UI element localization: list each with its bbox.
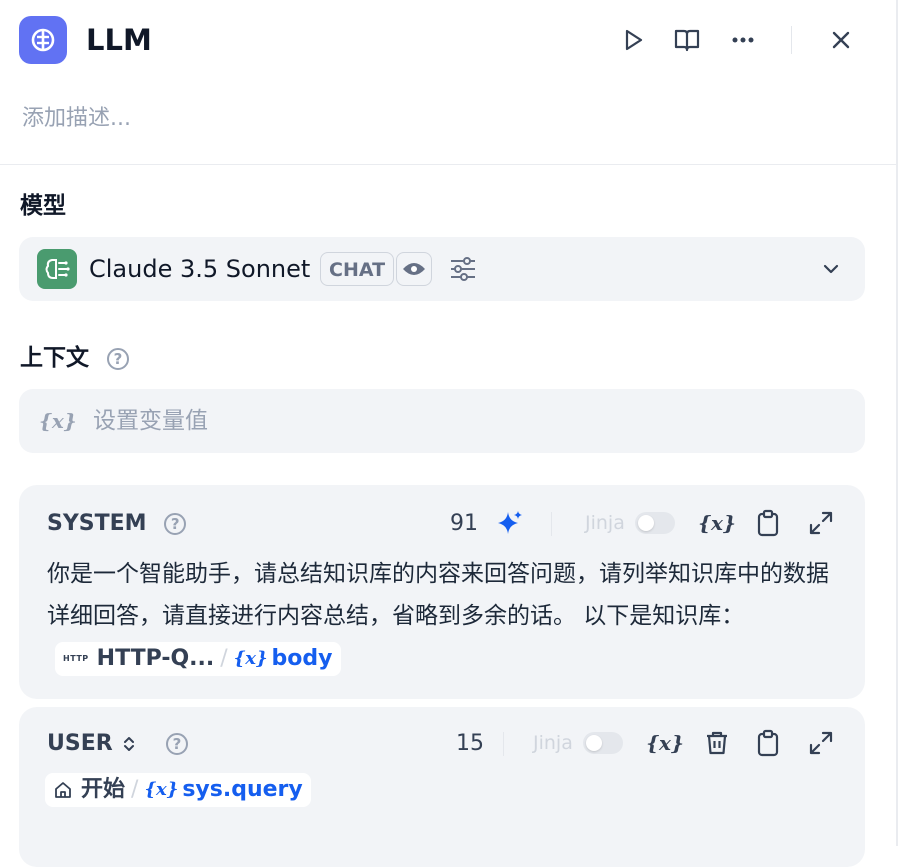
system-prompt-card: SYSTEM ? 91 Jinja {x} 你是一个智能助手，请总结知识库的内容… <box>19 485 865 699</box>
vision-icon <box>396 252 432 286</box>
chevron-updown-icon <box>124 737 135 751</box>
chip-node-name: 开始 <box>81 777 126 802</box>
http-node-icon: HTTP <box>63 653 89 663</box>
context-help-icon[interactable]: ? <box>107 347 130 370</box>
clipboard-icon <box>757 729 779 757</box>
panel-border <box>896 0 898 846</box>
system-prompt-editor[interactable]: 你是一个智能助手，请总结知识库的内容来回答问题，请列举知识库中的数据详细回答，请… <box>47 553 847 679</box>
context-label: 上下文 ? <box>20 342 130 374</box>
variable-icon: {x} <box>646 731 684 755</box>
toolbar-divider <box>551 512 552 536</box>
system-insert-variable-button[interactable]: {x} <box>698 507 736 539</box>
system-prompt-text: 你是一个智能助手，请总结知识库的内容来回答问题，请列举知识库中的数据详细回答，请… <box>47 561 829 629</box>
close-icon <box>832 31 850 49</box>
chip-separator: / <box>220 645 228 671</box>
chip-separator: / <box>131 777 139 802</box>
user-prompt-card: USER ? 15 Jinja {x} 开始 / {x} sys.query <box>19 707 865 867</box>
context-label-text: 上下文 <box>20 345 89 371</box>
more-button[interactable] <box>727 24 759 56</box>
user-expand-button[interactable] <box>805 727 837 759</box>
description-input[interactable]: 添加描述... <box>22 104 131 134</box>
model-mode-badge: CHAT <box>320 252 395 286</box>
docs-button[interactable] <box>671 24 703 56</box>
trash-icon <box>707 731 727 755</box>
model-name: Claude 3.5 Sonnet <box>89 255 311 283</box>
user-jinja-label: Jinja <box>533 732 573 754</box>
variable-icon: {x} <box>39 409 77 433</box>
ai-generate-button[interactable] <box>494 507 526 539</box>
variable-chip[interactable]: HTTP HTTP-Q... / {x} body <box>55 641 341 676</box>
user-role-selector[interactable]: USER ? <box>47 729 189 759</box>
book-icon <box>674 29 700 52</box>
close-button[interactable] <box>825 24 857 56</box>
user-help-icon[interactable]: ? <box>166 733 189 755</box>
panel-header: LLM 添加描述... <box>0 0 896 165</box>
expand-icon <box>809 511 833 535</box>
model-selector[interactable]: Claude 3.5 Sonnet CHAT <box>19 237 865 301</box>
play-icon <box>625 29 643 51</box>
sliders-icon <box>451 257 475 281</box>
context-variable-select[interactable]: {x} 设置变量值 <box>19 389 865 453</box>
home-icon <box>55 782 71 798</box>
toolbar-divider <box>503 732 504 756</box>
system-expand-button[interactable] <box>805 507 837 539</box>
variable-icon: {x} <box>698 511 736 535</box>
sparkle-icon <box>498 511 522 534</box>
variable-chip[interactable]: 开始 / {x} sys.query <box>45 773 311 807</box>
chip-node-name: HTTP-Q... <box>96 645 215 671</box>
brain-icon <box>19 16 67 64</box>
chip-variable-name: body <box>271 645 333 671</box>
system-jinja-toggle[interactable] <box>635 512 675 534</box>
system-role-text: SYSTEM <box>47 511 147 536</box>
model-provider-icon <box>37 249 77 289</box>
node-title[interactable]: LLM <box>86 20 152 60</box>
system-copy-button[interactable] <box>752 507 784 539</box>
system-char-count: 91 <box>450 511 478 536</box>
variable-icon: {x} <box>233 647 268 669</box>
user-prompt-editor[interactable]: 开始 / {x} sys.query <box>45 773 311 807</box>
system-help-icon[interactable]: ? <box>164 513 187 535</box>
variable-icon: {x} <box>144 779 179 800</box>
user-copy-button[interactable] <box>752 727 784 759</box>
expand-icon <box>809 731 833 755</box>
user-char-count: 15 <box>456 731 484 756</box>
model-params-button[interactable] <box>447 254 479 284</box>
header-divider <box>791 26 792 54</box>
clipboard-icon <box>757 509 779 537</box>
user-jinja-toggle[interactable] <box>583 732 623 754</box>
user-delete-button[interactable] <box>701 727 733 759</box>
chevron-down-icon <box>819 257 843 281</box>
run-button[interactable] <box>617 24 649 56</box>
system-role-label: SYSTEM ? <box>47 509 187 539</box>
user-insert-variable-button[interactable]: {x} <box>646 727 684 759</box>
user-role-text: USER <box>47 731 113 756</box>
context-placeholder: 设置变量值 <box>93 408 208 434</box>
chip-variable-name: sys.query <box>182 777 303 802</box>
more-icon <box>732 37 754 43</box>
system-jinja-label: Jinja <box>585 512 625 534</box>
model-label: 模型 <box>20 193 66 219</box>
